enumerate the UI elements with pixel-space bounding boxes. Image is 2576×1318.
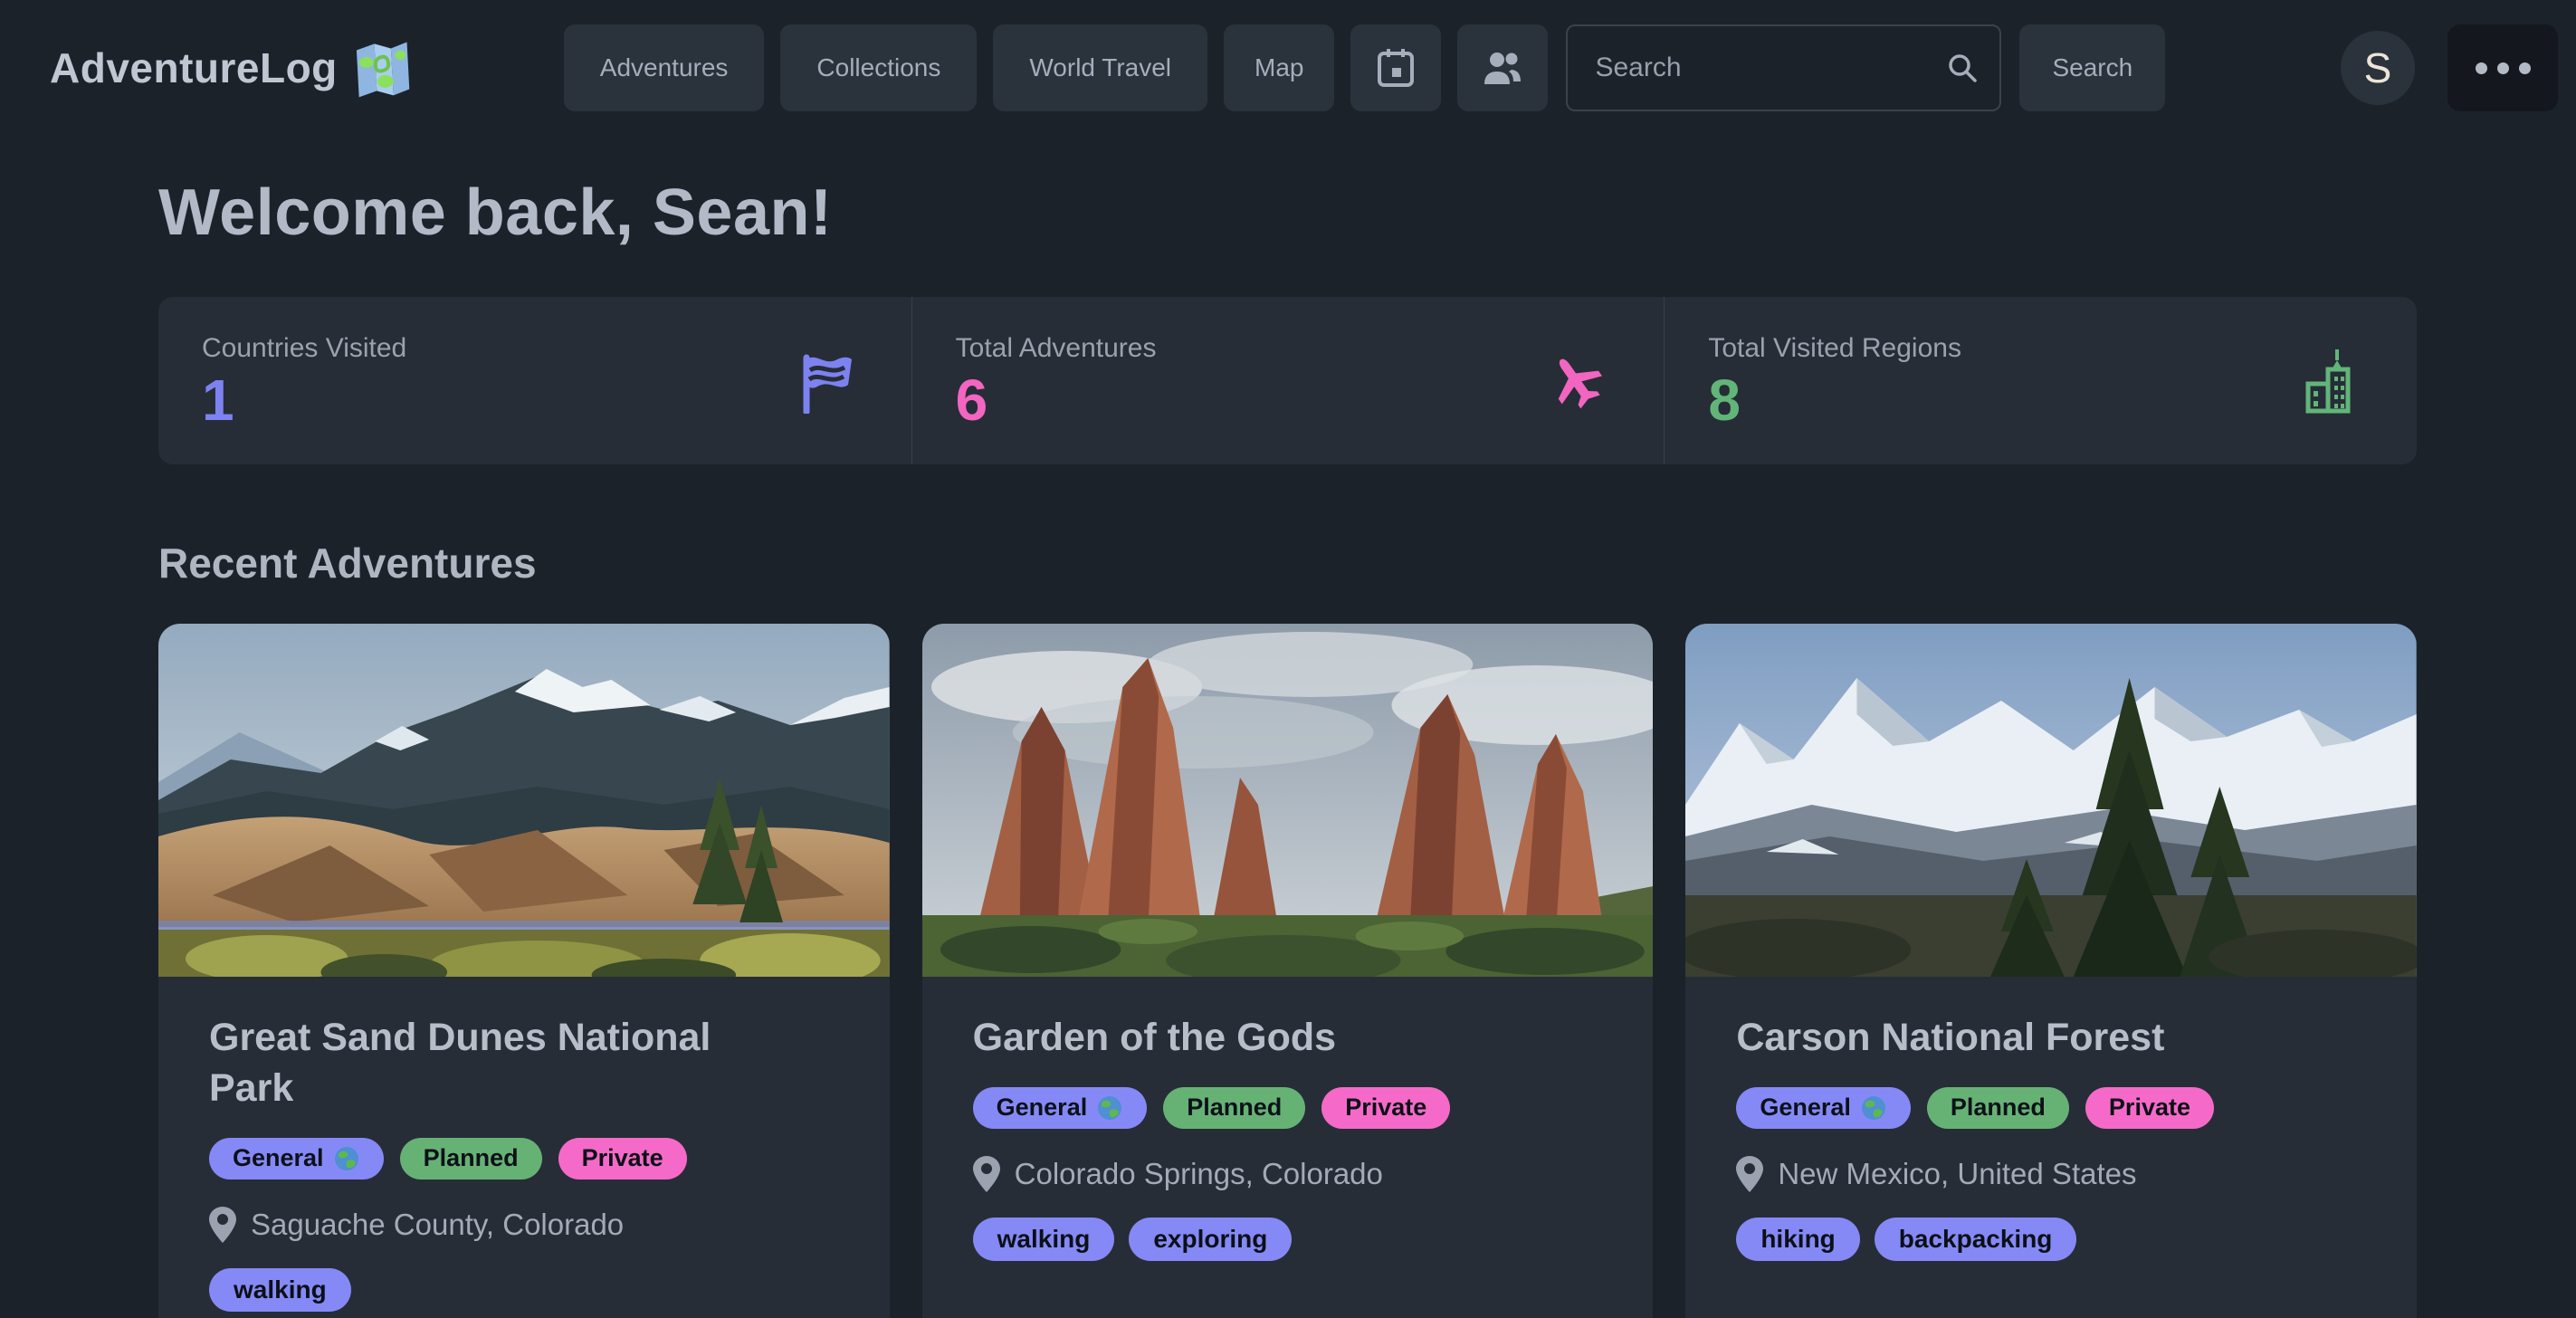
badge-planned: Planned: [1163, 1087, 1305, 1129]
main-content: Welcome back, Sean! Countries Visited 1 …: [0, 176, 2576, 1318]
location-pin-icon: [209, 1207, 236, 1243]
stat-label: Total Visited Regions: [1708, 333, 1961, 364]
search-icon: [1947, 53, 1978, 83]
tag-pill: hiking: [1736, 1218, 1859, 1261]
tag-pill: walking: [973, 1218, 1115, 1261]
stat-total-adventures: Total Adventures 6: [911, 297, 1665, 464]
users-icon: [1482, 50, 1523, 86]
search-input[interactable]: [1566, 24, 2001, 111]
calendar-icon: [1377, 48, 1415, 88]
globe-icon: [1860, 1094, 1887, 1122]
stats-panel: Countries Visited 1 Total Adventures 6: [158, 297, 2417, 464]
badge-private: Private: [2085, 1087, 2214, 1129]
stat-value: 1: [202, 371, 406, 429]
stat-label: Countries Visited: [202, 333, 406, 364]
location-text: Colorado Springs, Colorado: [1015, 1157, 1383, 1191]
search-button[interactable]: Search: [2019, 24, 2165, 111]
stat-value: 6: [956, 371, 1157, 429]
nav-collections-button[interactable]: Collections: [780, 24, 977, 111]
globe-icon: [1096, 1094, 1123, 1122]
nav-adventures-button[interactable]: Adventures: [564, 24, 765, 111]
card-photo-sand-dunes: [158, 624, 890, 977]
badge-general: General: [209, 1138, 384, 1180]
nav-map-button[interactable]: Map: [1224, 24, 1334, 111]
stat-value: 8: [1708, 371, 1961, 429]
badge-planned: Planned: [400, 1138, 542, 1180]
nav-right: S: [2341, 24, 2558, 111]
calendar-button[interactable]: [1350, 24, 1441, 111]
card-title: Garden of the Gods: [973, 1013, 1603, 1064]
plane-icon: [1544, 349, 1608, 413]
more-menu-button[interactable]: [2447, 24, 2558, 111]
badge-general: General: [973, 1087, 1148, 1129]
city-icon: [2301, 348, 2361, 415]
tag-pill: walking: [209, 1268, 351, 1312]
avatar-letter: S: [2364, 43, 2392, 92]
flag-icon: [799, 349, 855, 414]
tag-pill: backpacking: [1875, 1218, 2077, 1261]
users-button[interactable]: [1457, 24, 1548, 111]
card-photo-red-rocks: [922, 624, 1654, 977]
ellipsis-icon: [2476, 62, 2487, 74]
stat-countries-visited: Countries Visited 1: [158, 297, 911, 464]
adventure-card-great-sand-dunes[interactable]: Great Sand Dunes National Park General P…: [158, 624, 890, 1318]
tag-pill: exploring: [1129, 1218, 1292, 1261]
location-text: Saguache County, Colorado: [251, 1208, 624, 1242]
recent-adventures-heading: Recent Adventures: [158, 539, 2417, 587]
nav-world-travel-button[interactable]: World Travel: [993, 24, 1207, 111]
globe-icon: [333, 1145, 360, 1172]
brand[interactable]: AdventureLog: [50, 38, 412, 98]
badge-private: Private: [1321, 1087, 1450, 1129]
badge-private: Private: [558, 1138, 687, 1180]
brand-name: AdventureLog: [50, 43, 338, 92]
search-field-wrap: [1566, 24, 2001, 111]
stat-total-visited-regions: Total Visited Regions 8: [1664, 297, 2417, 464]
badge-planned: Planned: [1927, 1087, 2069, 1129]
card-title: Carson National Forest: [1736, 1013, 2366, 1064]
badge-general: General: [1736, 1087, 1911, 1129]
location-pin-icon: [973, 1156, 1000, 1192]
navbar: AdventureLog Adventures Collections Worl…: [0, 0, 2576, 136]
adventure-card-carson-national-forest[interactable]: Carson National Forest General Planned P…: [1685, 624, 2417, 1318]
card-photo-snowy-mountains: [1685, 624, 2417, 977]
card-title: Great Sand Dunes National Park: [209, 1013, 797, 1114]
map-logo-icon: [350, 36, 413, 99]
adventure-cards: Great Sand Dunes National Park General P…: [158, 624, 2417, 1318]
adventure-card-garden-of-the-gods[interactable]: Garden of the Gods General Planned Priva…: [922, 624, 1654, 1318]
stat-label: Total Adventures: [956, 333, 1157, 364]
avatar[interactable]: S: [2341, 31, 2415, 105]
welcome-heading: Welcome back, Sean!: [158, 176, 2417, 250]
location-pin-icon: [1736, 1156, 1763, 1192]
nav-links: Adventures Collections World Travel Map: [564, 24, 1549, 111]
location-text: New Mexico, United States: [1778, 1157, 2136, 1191]
